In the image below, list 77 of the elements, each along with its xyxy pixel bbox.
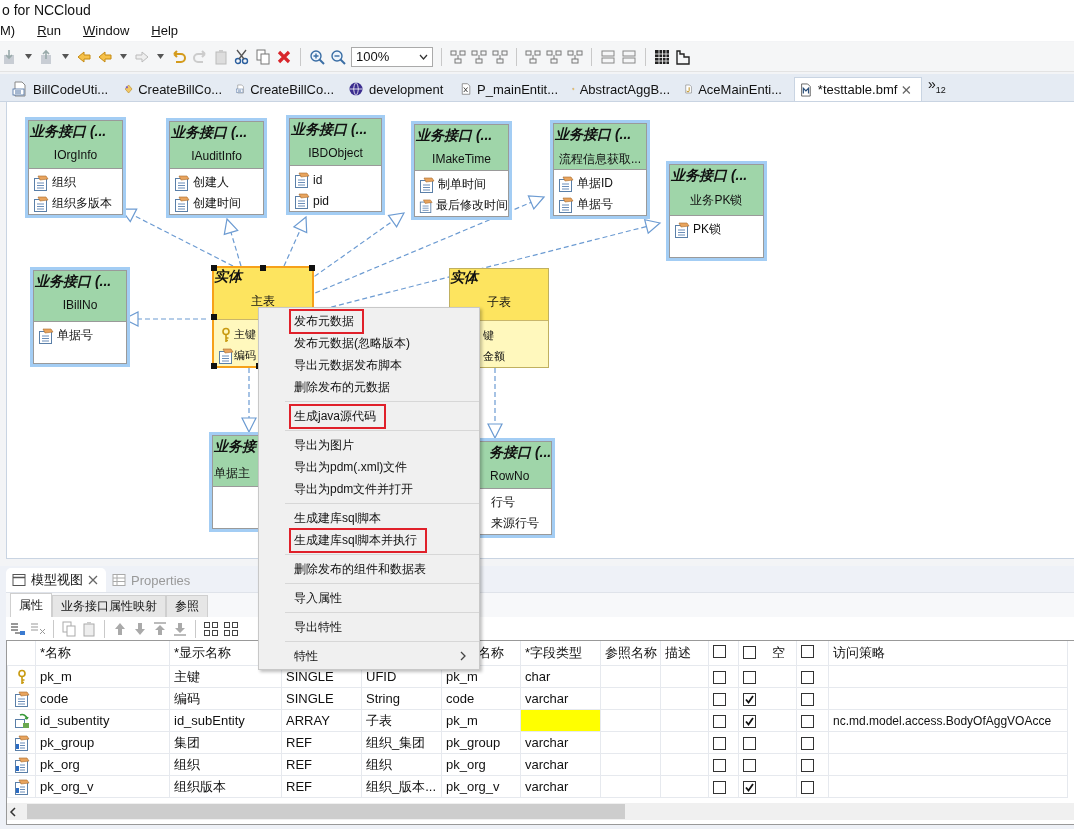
table-cell: REF bbox=[286, 779, 312, 794]
node-title: 业务接口 (... bbox=[670, 167, 748, 185]
table-cell: 主键 bbox=[174, 668, 200, 684]
table-cell: 组织_版本... bbox=[366, 778, 437, 794]
table-cell: SINGLE bbox=[286, 691, 334, 706]
node-title: 业务接口 (... bbox=[29, 123, 107, 141]
table-cell: 组织 bbox=[174, 756, 200, 772]
node-name: IAuditInfo bbox=[191, 149, 242, 163]
node-name: 流程信息获取... bbox=[559, 151, 641, 168]
table-cell: 组织 bbox=[366, 756, 392, 772]
table-cell: pk_org_v bbox=[446, 779, 500, 794]
node-name: IOrgInfo bbox=[53, 148, 98, 162]
table-cell: String bbox=[366, 691, 400, 706]
attribute-label: pid bbox=[313, 193, 329, 208]
table-cell: varchar bbox=[525, 735, 569, 750]
table-cell: id_subEntity bbox=[174, 713, 245, 728]
attribute-label: 创建人 bbox=[193, 174, 229, 191]
attribute-label: 最后修改时间 bbox=[436, 197, 508, 214]
table-cell: pk_org bbox=[446, 757, 486, 772]
attribute-label: 单据号 bbox=[57, 327, 93, 344]
attribute-label: 制单时间 bbox=[438, 176, 486, 193]
attribute-label: 单据ID bbox=[577, 175, 613, 192]
node-title: 业务接口 (... bbox=[34, 273, 112, 291]
node-name: IBDObject bbox=[308, 146, 363, 160]
table-cell: pk_org bbox=[40, 757, 80, 772]
table-cell: code bbox=[40, 691, 69, 706]
attribute-label: 行号 bbox=[490, 494, 515, 511]
table-cell: 编码 bbox=[174, 690, 200, 706]
table-cell: REF bbox=[286, 757, 312, 772]
node-name: RowNo bbox=[489, 469, 530, 483]
table-cell: code bbox=[446, 691, 475, 706]
table-cell: pk_m bbox=[446, 713, 478, 728]
attribute-label: 单据号 bbox=[577, 196, 613, 213]
attribute-label: id bbox=[313, 172, 323, 187]
attribute-label: PK锁 bbox=[693, 221, 721, 238]
node-name: 单据主 bbox=[213, 465, 250, 482]
table-cell: varchar bbox=[525, 691, 569, 706]
table-cell: pk_m bbox=[446, 669, 478, 684]
table-cell: REF bbox=[286, 735, 312, 750]
node-title: 务接口 (... bbox=[488, 444, 552, 462]
node-title: 业务接口 (... bbox=[554, 126, 632, 144]
node-title: 业务接口 (... bbox=[170, 124, 248, 142]
node-title: 业务接口 (... bbox=[290, 121, 368, 139]
attribute-label: 组织 bbox=[52, 174, 76, 191]
node-title: 实体 bbox=[450, 269, 478, 287]
attribute-label: 金额 bbox=[482, 349, 505, 364]
node-title: 业务接 bbox=[213, 438, 256, 456]
table-cell: 组织版本 bbox=[174, 778, 226, 794]
node-name: IBillNo bbox=[62, 298, 98, 312]
attribute-label: 来源行号 bbox=[490, 515, 539, 532]
table-cell: 集团 bbox=[174, 734, 200, 750]
node-name: 子表 bbox=[487, 294, 511, 311]
table-cell: UFID bbox=[366, 669, 397, 684]
table-cell: pk_group bbox=[446, 735, 501, 750]
table-cell: char bbox=[525, 669, 551, 684]
table-cell: varchar bbox=[525, 757, 569, 772]
table-cell: nc.md.model.access.BodyOfAggVOAcce bbox=[833, 713, 1052, 728]
table-cell: pk_m bbox=[40, 669, 72, 684]
attribute-label: 键 bbox=[482, 328, 494, 343]
table-cell: pk_group bbox=[40, 735, 95, 750]
table-cell: varchar bbox=[525, 779, 569, 794]
table-cell: ARRAY bbox=[286, 713, 330, 728]
node-title: 实体 bbox=[214, 268, 242, 286]
node-title: 业务接口 (... bbox=[415, 127, 493, 145]
table-cell: pk_org_v bbox=[40, 779, 94, 794]
attribute-label: 创建时间 bbox=[193, 195, 241, 212]
node-name: 主表 bbox=[251, 293, 275, 310]
node-name: 业务PK锁 bbox=[690, 192, 743, 209]
node-name: IMakeTime bbox=[432, 152, 491, 166]
window-title: o for NCCloud bbox=[2, 2, 91, 18]
attribute-label: 组织多版本 bbox=[52, 195, 112, 212]
table-cell: 组织_集团 bbox=[366, 734, 426, 750]
attribute-label: 编码 bbox=[234, 348, 256, 363]
table-cell: id_subentity bbox=[40, 713, 110, 728]
table-cell: SINGLE bbox=[286, 669, 334, 684]
attribute-label: 主键 bbox=[234, 327, 256, 342]
table-cell: 子表 bbox=[366, 712, 392, 728]
